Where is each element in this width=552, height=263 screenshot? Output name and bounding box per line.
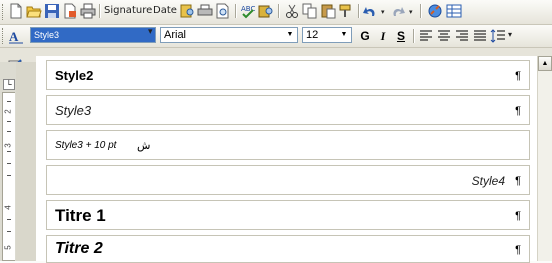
style-list-item[interactable]: Style2 ¶ (46, 60, 530, 90)
style-list-item[interactable]: Style3 + 10 pt ش (46, 130, 530, 160)
cut-icon[interactable] (284, 3, 300, 19)
paragraph-mark: ¶ (515, 70, 521, 82)
research-icon[interactable] (179, 3, 195, 19)
svg-text:ABC: ABC (241, 5, 255, 13)
bold-button[interactable]: G (357, 28, 373, 44)
style-combo[interactable]: Style3 (30, 27, 156, 43)
align-right-icon[interactable] (454, 28, 470, 44)
style-list-item[interactable]: Style4 ¶ (46, 165, 530, 195)
style-name: Titre 1 (55, 206, 106, 225)
font-size-combo[interactable]: 12 ▼ (302, 27, 352, 43)
style-dropdown-arrow-icon[interactable]: ▾ (148, 27, 153, 37)
toolbar-separator (420, 4, 422, 18)
style-list-item[interactable]: Titre 1 ¶ (46, 200, 530, 230)
svg-text:A: A (9, 29, 19, 44)
undo-dropdown-arrow-icon[interactable]: ▾ (381, 8, 385, 16)
toolbar-separator (235, 4, 237, 18)
ruler-number: 2 (3, 109, 13, 114)
styles-formatting-icon[interactable]: A (8, 28, 24, 44)
paragraph-mark: ¶ (515, 210, 521, 222)
redo-dropdown-arrow-icon[interactable]: ▾ (409, 8, 413, 16)
style-list-item[interactable]: Style3 ¶ (46, 95, 530, 125)
style-list-scrollbar[interactable]: ▲ (537, 56, 552, 261)
tab-selector-icon[interactable]: └ (3, 79, 15, 90)
style-name: Style2 (55, 68, 94, 83)
font-combo-value: Arial (164, 29, 187, 41)
italic-button[interactable]: I (375, 28, 391, 44)
style-list-item[interactable]: Titre 2 ¶ (46, 235, 530, 263)
save-icon[interactable] (44, 3, 60, 19)
align-center-icon[interactable] (436, 28, 452, 44)
style-name: Style3 + 10 pt (55, 140, 117, 151)
paragraph-mark: ¶ (515, 105, 521, 117)
line-spacing-icon[interactable] (490, 28, 506, 44)
style-name: Style3 (55, 103, 92, 118)
undo-icon[interactable] (362, 3, 378, 19)
signature-button[interactable]: Signature (104, 5, 152, 16)
ruler-number: 5 (3, 245, 13, 250)
ruler-number: 3 (3, 143, 13, 148)
font-combo[interactable]: Arial ▼ (160, 27, 298, 43)
ruler-number: 4 (3, 205, 13, 210)
document-margin (16, 62, 36, 261)
toolbar-separator (278, 4, 280, 18)
style-name: Titre 2 (55, 240, 103, 257)
spelling-icon[interactable]: ABC (240, 3, 256, 19)
justify-icon[interactable] (472, 28, 488, 44)
format-painter-icon[interactable] (338, 3, 354, 19)
tables-borders-icon[interactable] (446, 3, 462, 19)
align-left-icon[interactable] (418, 28, 434, 44)
toolbar-separator (99, 4, 101, 18)
permission-icon[interactable] (62, 3, 78, 19)
scroll-up-arrow-icon[interactable]: ▲ (538, 56, 552, 71)
print-alt-icon[interactable] (197, 3, 213, 19)
style-combo-value: Style3 (34, 30, 60, 40)
style-name: Style4 (471, 174, 505, 188)
new-document-icon[interactable] (8, 3, 24, 19)
redo-icon[interactable] (390, 3, 406, 19)
research-book-icon[interactable] (258, 3, 274, 19)
toolbar-grip[interactable] (2, 28, 6, 44)
copy-icon[interactable] (302, 3, 318, 19)
open-folder-icon[interactable] (26, 3, 42, 19)
font-dropdown-arrow-icon[interactable]: ▼ (283, 28, 297, 42)
style-extra: ش (137, 139, 151, 152)
toolbar-grip[interactable] (2, 4, 6, 20)
toolbar-separator (413, 29, 415, 43)
font-size-value: 12 (306, 29, 319, 41)
vertical-ruler: 2 3 4 5 (2, 92, 15, 261)
print-preview-icon[interactable] (215, 3, 231, 19)
formatting-toolbar: A Style3 ▾ Arial ▼ 12 ▼ G I S ▾ (0, 25, 552, 48)
paragraph-mark: ¶ (515, 244, 521, 256)
paragraph-mark: ¶ (515, 175, 521, 187)
underline-button[interactable]: S (393, 28, 409, 44)
date-button[interactable]: Date (153, 5, 177, 16)
paste-icon[interactable] (320, 3, 336, 19)
print-icon[interactable] (80, 3, 96, 19)
toolbar-separator (358, 4, 360, 18)
font-size-dropdown-arrow-icon[interactable]: ▼ (337, 28, 351, 42)
line-spacing-arrow-icon[interactable]: ▾ (508, 30, 512, 39)
hyperlink-icon[interactable] (427, 3, 443, 19)
standard-toolbar: Signature Date ABC ▾ ▾ (0, 0, 552, 25)
